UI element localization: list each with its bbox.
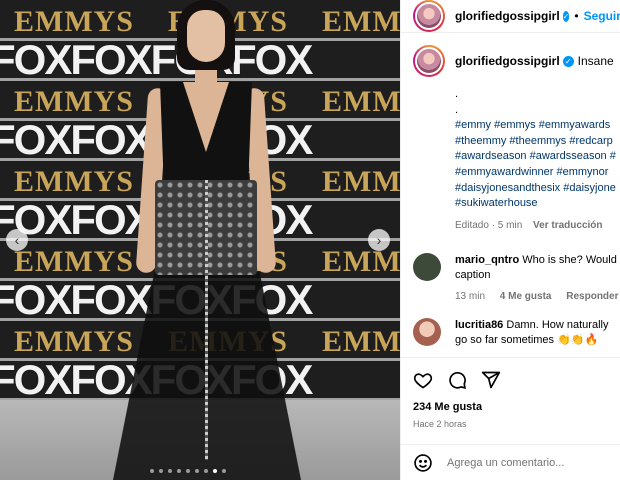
post-media[interactable]: EMMYSEMMYSEMMYSFOXFOXFOXFOXEMMYSEMMYSEMM… bbox=[0, 0, 400, 480]
hashtag-link[interactable]: #theemmy bbox=[455, 135, 506, 147]
hashtag-link[interactable]: #awardsseason bbox=[530, 150, 607, 162]
carousel-dot[interactable] bbox=[168, 469, 172, 473]
previous-slide-button[interactable]: ‹ bbox=[6, 229, 28, 251]
avatar[interactable] bbox=[413, 0, 445, 32]
comment-text: Damn. How naturally bbox=[506, 319, 609, 332]
post-actions: 234 Me gusta Hace 2 horas bbox=[401, 357, 620, 429]
caption-line: . bbox=[455, 103, 459, 116]
share-icon[interactable] bbox=[481, 370, 501, 390]
hashtag-link[interactable]: #daisyjone bbox=[563, 182, 616, 194]
like-count[interactable]: 234 Me gusta bbox=[413, 401, 620, 413]
comment-text-continued: caption bbox=[455, 269, 491, 282]
hashtag-line: #awardseason #awardsseason # bbox=[455, 149, 620, 165]
caption-body: . . #emmy #emmys #emmyawards #theemmy #th… bbox=[455, 87, 620, 233]
comment-item: mario_qntro Who is she? Would caption 13… bbox=[401, 253, 620, 304]
post-viewer: EMMYSEMMYSEMMYSFOXFOXFOXFOXEMMYSEMMYSEMM… bbox=[0, 0, 620, 480]
header-separator: • bbox=[574, 9, 579, 23]
carousel-dot[interactable] bbox=[177, 469, 181, 473]
post-sidebar: glorifiedgossipgirl ✓ • Seguir glorified… bbox=[400, 0, 620, 480]
hashtag-line: #sukiwaterhouse bbox=[455, 196, 620, 212]
hashtag-link[interactable]: #emmys bbox=[494, 119, 536, 131]
hashtag-link[interactable]: #emmy bbox=[455, 119, 491, 131]
carousel-dot[interactable] bbox=[222, 469, 226, 473]
verified-badge-icon: ✓ bbox=[562, 55, 574, 67]
comment-text-continued: go so far sometimes 👏👏🔥 bbox=[455, 334, 599, 347]
comment-item: lucritia86 Damn. How naturally go so far… bbox=[401, 318, 620, 348]
comment-time: 13 min bbox=[455, 291, 486, 303]
comment-text: Who is she? Would bbox=[522, 254, 617, 267]
carousel-dot[interactable] bbox=[159, 469, 163, 473]
dress-chain bbox=[205, 180, 208, 460]
carousel-dot[interactable] bbox=[186, 469, 190, 473]
caption-username[interactable]: glorifiedgossipgirl bbox=[455, 54, 560, 68]
caption-line: . bbox=[455, 88, 459, 100]
hashtag-list: #emmy #emmys #emmyawards #theemmy #theemm… bbox=[455, 118, 620, 212]
caption-text: Insane bbox=[577, 54, 614, 68]
verified-badge-icon: ✓ bbox=[562, 10, 570, 22]
hashtag-line: #emmy #emmys #emmyawards bbox=[455, 118, 620, 134]
caption-meta: Editado · 5 min Ver traducción bbox=[455, 218, 620, 234]
post-time: Hace 2 horas bbox=[413, 419, 467, 429]
post-header: glorifiedgossipgirl ✓ • Seguir bbox=[401, 0, 620, 33]
chevron-right-icon: › bbox=[376, 232, 382, 248]
hashtag-link[interactable]: #emmyawards bbox=[539, 119, 611, 131]
hashtag-link[interactable]: #awardseason bbox=[455, 150, 527, 162]
comment-username[interactable]: mario_qntro bbox=[455, 254, 519, 266]
carousel-dot[interactable] bbox=[195, 469, 199, 473]
edited-label: Editado · 5 min bbox=[455, 219, 523, 231]
hashtag-link[interactable]: #emmynor bbox=[557, 166, 609, 178]
see-translation-link[interactable]: Ver traducción bbox=[533, 220, 602, 231]
reply-button[interactable]: Responder bbox=[566, 291, 618, 302]
hashtag-line: #theemmy #theemmys #redcarp bbox=[455, 134, 620, 150]
hashtag-link[interactable]: # bbox=[610, 150, 616, 162]
carousel-indicator bbox=[150, 469, 226, 473]
hashtag-link[interactable]: #redcarp bbox=[569, 135, 612, 147]
follow-button[interactable]: Seguir bbox=[584, 9, 620, 23]
face bbox=[187, 10, 225, 62]
add-comment-bar bbox=[401, 444, 620, 480]
post-caption: glorifiedgossipgirl ✓ Insane . . #emmy #… bbox=[401, 33, 620, 233]
caption-avatar[interactable] bbox=[413, 45, 445, 77]
photo-subject bbox=[105, 0, 305, 480]
hashtag-line: #daisyjonesandthesix #daisyjone bbox=[455, 181, 620, 197]
carousel-dot[interactable] bbox=[213, 469, 217, 473]
comment-icon[interactable] bbox=[447, 370, 467, 390]
commenter-avatar[interactable] bbox=[413, 253, 441, 282]
hashtag-link[interactable]: #sukiwaterhouse bbox=[455, 197, 538, 209]
hashtag-link[interactable]: #emmyawardwinner bbox=[455, 166, 553, 178]
header-username[interactable]: glorifiedgossipgirl bbox=[455, 9, 560, 23]
hashtag-link[interactable]: #theemmys bbox=[509, 135, 566, 147]
carousel-dot[interactable] bbox=[150, 469, 154, 473]
comment-username[interactable]: lucritia86 bbox=[455, 319, 503, 331]
comment-likes[interactable]: 4 Me gusta bbox=[500, 291, 552, 302]
commenter-avatar[interactable] bbox=[413, 318, 441, 347]
chevron-left-icon: ‹ bbox=[14, 232, 20, 248]
hashtag-line: #emmyawardwinner #emmynor bbox=[455, 165, 620, 181]
carousel-dot[interactable] bbox=[204, 469, 208, 473]
emoji-icon[interactable] bbox=[413, 453, 433, 473]
comment-input[interactable] bbox=[447, 456, 617, 469]
next-slide-button[interactable]: › bbox=[368, 229, 390, 251]
heart-icon[interactable] bbox=[413, 370, 433, 390]
hashtag-link[interactable]: #daisyjonesandthesix bbox=[455, 182, 560, 194]
